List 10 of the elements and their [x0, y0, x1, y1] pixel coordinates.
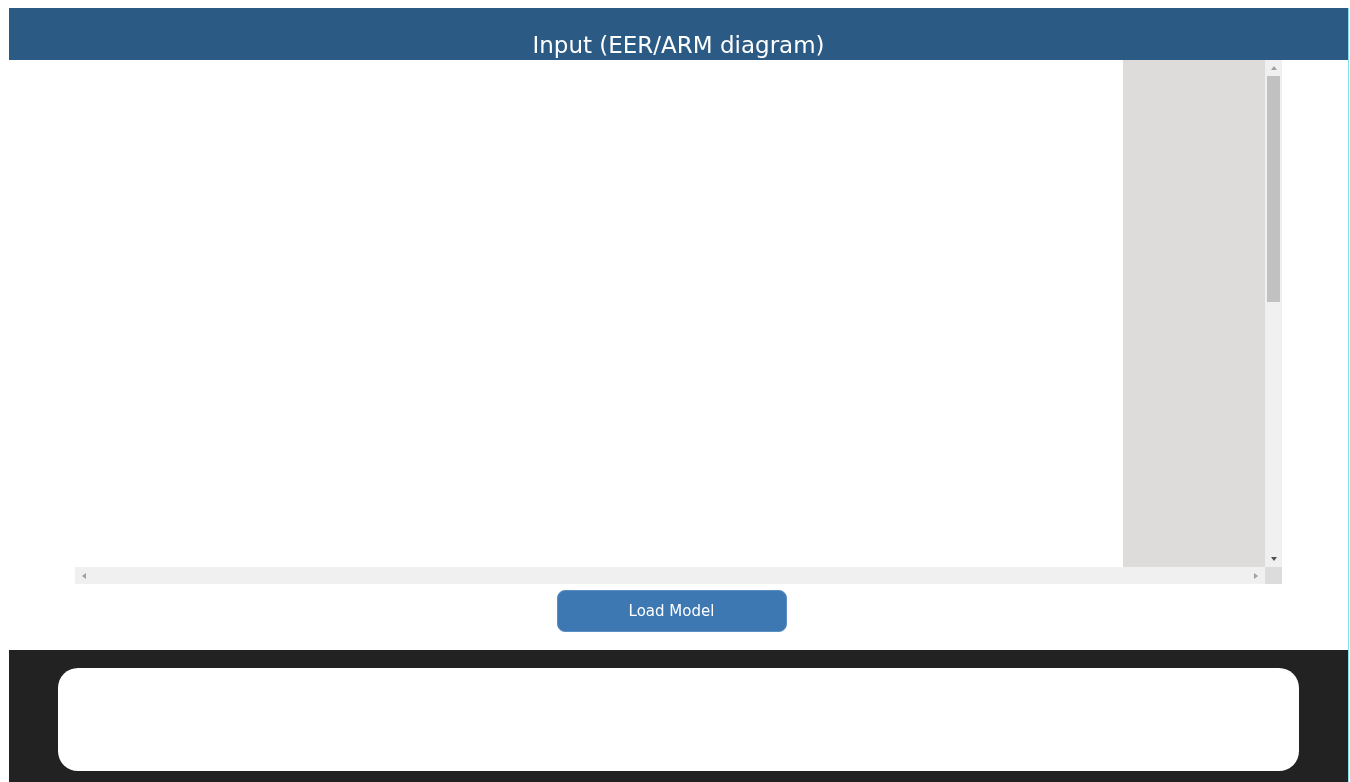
scroll-right-icon[interactable]: [1252, 571, 1260, 580]
scrollbar-corner: [1265, 567, 1282, 584]
scroll-thumb[interactable]: [1267, 76, 1280, 302]
horizontal-scrollbar[interactable]: [75, 567, 1265, 584]
scroll-down-icon[interactable]: [1269, 555, 1278, 563]
scroll-up-icon[interactable]: [1269, 64, 1278, 72]
page-title: Input (EER/ARM diagram): [532, 31, 825, 60]
vertical-scrollbar[interactable]: [1265, 60, 1282, 567]
load-model-button[interactable]: Load Model: [556, 590, 787, 632]
scroll-left-icon[interactable]: [80, 571, 88, 580]
